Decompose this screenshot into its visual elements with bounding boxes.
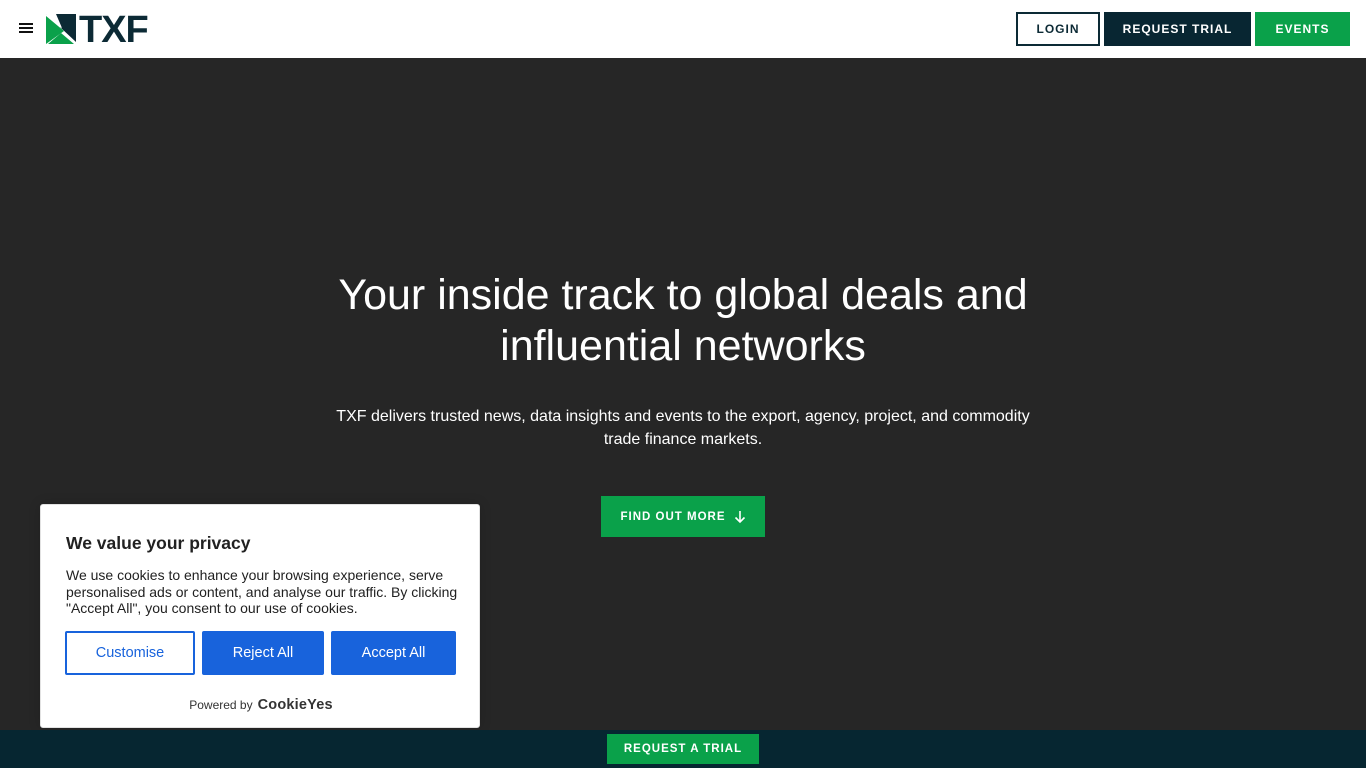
- accept-all-button[interactable]: Accept All: [331, 631, 456, 675]
- customise-button[interactable]: Customise: [65, 631, 195, 675]
- arrow-down-icon: [734, 510, 745, 523]
- cookie-consent-banner: We value your privacy We use cookies to …: [40, 504, 480, 728]
- request-trial-button[interactable]: REQUEST TRIAL: [1104, 12, 1251, 46]
- request-a-trial-button[interactable]: REQUEST A TRIAL: [607, 734, 759, 764]
- powered-by: Powered by CookieYes: [41, 697, 481, 713]
- hero-subtitle: TXF delivers trusted news, data insights…: [336, 408, 1030, 448]
- cookie-title: We value your privacy: [66, 533, 251, 553]
- cookieyes-logo[interactable]: CookieYes: [258, 697, 333, 713]
- txf-logo[interactable]: TXF: [46, 14, 162, 44]
- login-button[interactable]: LOGIN: [1016, 12, 1100, 46]
- hero-title: Your inside track to global deals and in…: [338, 271, 1028, 370]
- cookie-description: We use cookies to enhance your browsing …: [66, 567, 458, 616]
- find-out-more-label: FIND OUT MORE: [620, 510, 726, 523]
- events-button[interactable]: EVENTS: [1255, 12, 1350, 46]
- logo-text: TXF: [79, 14, 148, 44]
- txf-logo-mark: TXF: [46, 14, 149, 44]
- bottom-sticky-bar: REQUEST A TRIAL: [0, 730, 1366, 768]
- site-header: TXF LOGIN REQUEST TRIAL EVENTS: [0, 0, 1366, 58]
- reject-all-button[interactable]: Reject All: [202, 631, 324, 675]
- find-out-more-button[interactable]: FIND OUT MORE: [601, 496, 765, 537]
- hamburger-menu-icon[interactable]: [18, 20, 36, 38]
- powered-by-label: Powered by: [189, 698, 253, 712]
